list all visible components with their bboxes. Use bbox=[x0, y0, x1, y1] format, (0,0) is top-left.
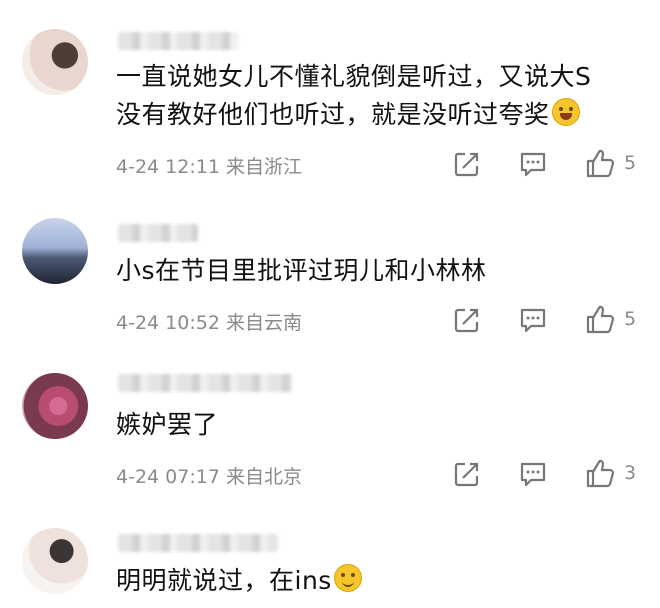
thumbs-up-icon[interactable] bbox=[585, 303, 615, 334]
comment-text-line: 嫉妒罢了 bbox=[116, 410, 219, 439]
comment-time: 4-24 12:11 bbox=[116, 156, 220, 178]
comment-item: 一直说她女儿不懂礼貌倒是听过，又说大S 没有教好他们也听过，就是没听过夸奖 4-… bbox=[0, 0, 660, 200]
comment-meta: 4-24 10:52 来自云南 bbox=[116, 308, 302, 335]
comment-text: 小s在节目里批评过玥儿和小林林 bbox=[116, 252, 487, 290]
comment-text: 明明就说过，在ins bbox=[116, 562, 362, 600]
share-icon[interactable] bbox=[452, 149, 482, 179]
comment-text: 嫉妒罢了 bbox=[116, 406, 218, 444]
comment-location: 来自云南 bbox=[225, 312, 302, 334]
smile-emoji-icon bbox=[333, 564, 362, 592]
like-count: 5 bbox=[624, 308, 637, 330]
comment-icon[interactable] bbox=[518, 149, 548, 179]
comment-item: 明明就说过，在ins bbox=[0, 500, 660, 608]
comment-text-line: 小s在节目里批评过玥儿和小林林 bbox=[116, 256, 487, 285]
comment-meta: 4-24 07:17 来自北京 bbox=[116, 462, 302, 489]
comment-meta: 4-24 12:11 来自浙江 bbox=[116, 152, 302, 179]
username-blurred[interactable] bbox=[118, 534, 278, 552]
comment-location: 来自浙江 bbox=[225, 156, 302, 178]
username-blurred[interactable] bbox=[118, 374, 293, 392]
like-count: 5 bbox=[624, 152, 637, 174]
username-blurred[interactable] bbox=[118, 224, 198, 242]
avatar[interactable] bbox=[22, 528, 88, 594]
share-icon[interactable] bbox=[452, 305, 482, 335]
avatar[interactable] bbox=[22, 373, 88, 439]
comment-text-line: 明明就说过，在ins bbox=[116, 566, 332, 595]
comment-item: 小s在节目里批评过玥儿和小林林 4-24 10:52 来自云南 5 bbox=[0, 200, 660, 350]
comment-text: 一直说她女儿不懂礼貌倒是听过，又说大S 没有教好他们也听过，就是没听过夸奖 bbox=[116, 58, 591, 134]
comment-location: 来自北京 bbox=[225, 466, 302, 488]
comment-time: 4-24 10:52 bbox=[116, 312, 220, 334]
share-icon[interactable] bbox=[452, 459, 482, 489]
comment-text-line: 没有教好他们也听过，就是没听过夸奖 bbox=[116, 100, 550, 129]
comment-text-line: 一直说她女儿不懂礼貌倒是听过，又说大S bbox=[116, 62, 592, 91]
comment-icon[interactable] bbox=[518, 305, 548, 335]
thumbs-up-icon[interactable] bbox=[585, 147, 615, 178]
laughing-tears-emoji-icon bbox=[551, 98, 580, 126]
thumbs-up-icon[interactable] bbox=[585, 457, 615, 488]
username-blurred[interactable] bbox=[118, 32, 238, 50]
like-count: 3 bbox=[624, 462, 637, 484]
comment-icon[interactable] bbox=[518, 459, 548, 489]
avatar[interactable] bbox=[22, 29, 88, 95]
comment-item: 嫉妒罢了 4-24 07:17 来自北京 3 bbox=[0, 350, 660, 500]
avatar[interactable] bbox=[22, 218, 88, 284]
comment-time: 4-24 07:17 bbox=[116, 466, 220, 488]
